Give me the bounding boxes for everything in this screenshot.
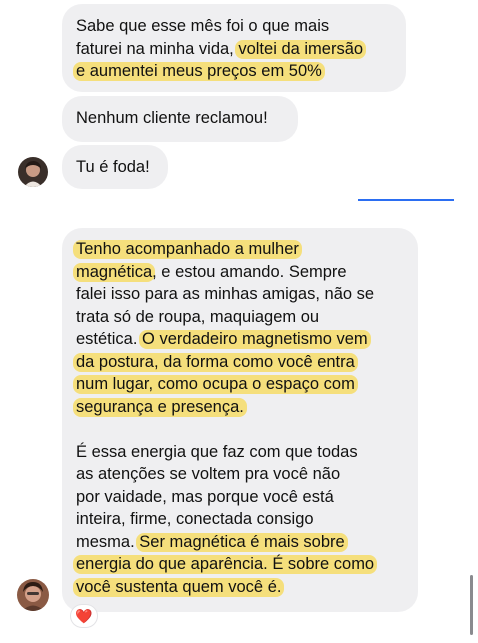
message-line: inteira, firme, conectada consigo — [76, 510, 314, 528]
message-line: trata só de roupa, maquiagem ou — [76, 307, 320, 326]
message-line: magnética, e estou amando. Sempre — [73, 261, 404, 284]
message-line: da postura, da forma como você entra — [73, 351, 404, 374]
message-line: Tu é foda! — [76, 158, 150, 176]
highlighted-text: O verdadeiro magnetismo vem — [139, 330, 371, 349]
highlighted-text: magnética — [73, 262, 156, 282]
message-text: estética. — [76, 330, 143, 348]
heart-icon: ❤️ — [75, 608, 93, 624]
message-line: falei isso para as minhas amigas, não se — [76, 285, 375, 303]
message-line: Nenhum cliente reclamou! — [76, 109, 268, 127]
avatar[interactable] — [17, 579, 49, 611]
highlighted-text: num lugar, como ocupa o espaço com — [73, 375, 358, 394]
link-underline[interactable] — [358, 199, 454, 201]
message-line: segurança e presença. — [73, 396, 404, 419]
message-line: as atenções se voltem pra você não — [76, 465, 341, 483]
message-text: , e estou amando. Sempre — [152, 262, 347, 281]
message-line: e aumentei meus preços em 50% — [73, 60, 392, 83]
heart-reaction[interactable]: ❤️ — [70, 604, 98, 628]
message-bubble-3[interactable]: Tu é foda! — [62, 145, 168, 189]
highlighted-text: Ser magnética é mais sobre — [136, 532, 348, 552]
highlighted-text: e aumentei meus preços em 50% — [73, 62, 325, 81]
avatar-photo-icon — [18, 157, 48, 187]
highlighted-text: Tenho acompanhado a mulher — [73, 240, 302, 259]
message-line: É essa energia que faz com que todas — [76, 442, 358, 461]
message-bubble-long[interactable]: Tenho acompanhado a mulher magnética, e … — [62, 228, 418, 612]
message-line: faturei na minha vida, voltei da imersão — [76, 38, 392, 61]
message-line: num lugar, como ocupa o espaço com — [73, 373, 404, 396]
highlighted-text: energia do que aparência. É sobre como — [73, 555, 378, 574]
message-line: Sabe que esse mês foi o que mais — [76, 17, 330, 35]
message-text: mesma. — [76, 532, 140, 551]
message-line: estética. O verdadeiro magnetismo vem — [76, 328, 404, 351]
avatar-photo-icon — [17, 579, 49, 611]
message-text: faturei na minha vida, — [76, 39, 239, 58]
message-bubble-1[interactable]: Sabe que esse mês foi o que mais faturei… — [62, 4, 406, 92]
highlighted-text: segurança e presença. — [73, 397, 247, 417]
highlighted-text: você sustenta quem você é. — [73, 577, 285, 597]
highlighted-text: da postura, da forma como você entra — [73, 352, 358, 372]
message-line: você sustenta quem você é. — [73, 576, 404, 599]
message-bubble-2[interactable]: Nenhum cliente reclamou! — [62, 96, 298, 142]
message-line: Tenho acompanhado a mulher — [73, 238, 404, 261]
highlighted-text: voltei da imersão — [235, 39, 367, 59]
avatar[interactable] — [18, 157, 48, 187]
message-line: por vaidade, mas porque você está — [76, 487, 334, 506]
scrollbar[interactable] — [470, 575, 473, 635]
message-line: mesma. Ser magnética é mais sobre — [76, 531, 404, 554]
message-line: energia do que aparência. É sobre como — [73, 553, 404, 576]
